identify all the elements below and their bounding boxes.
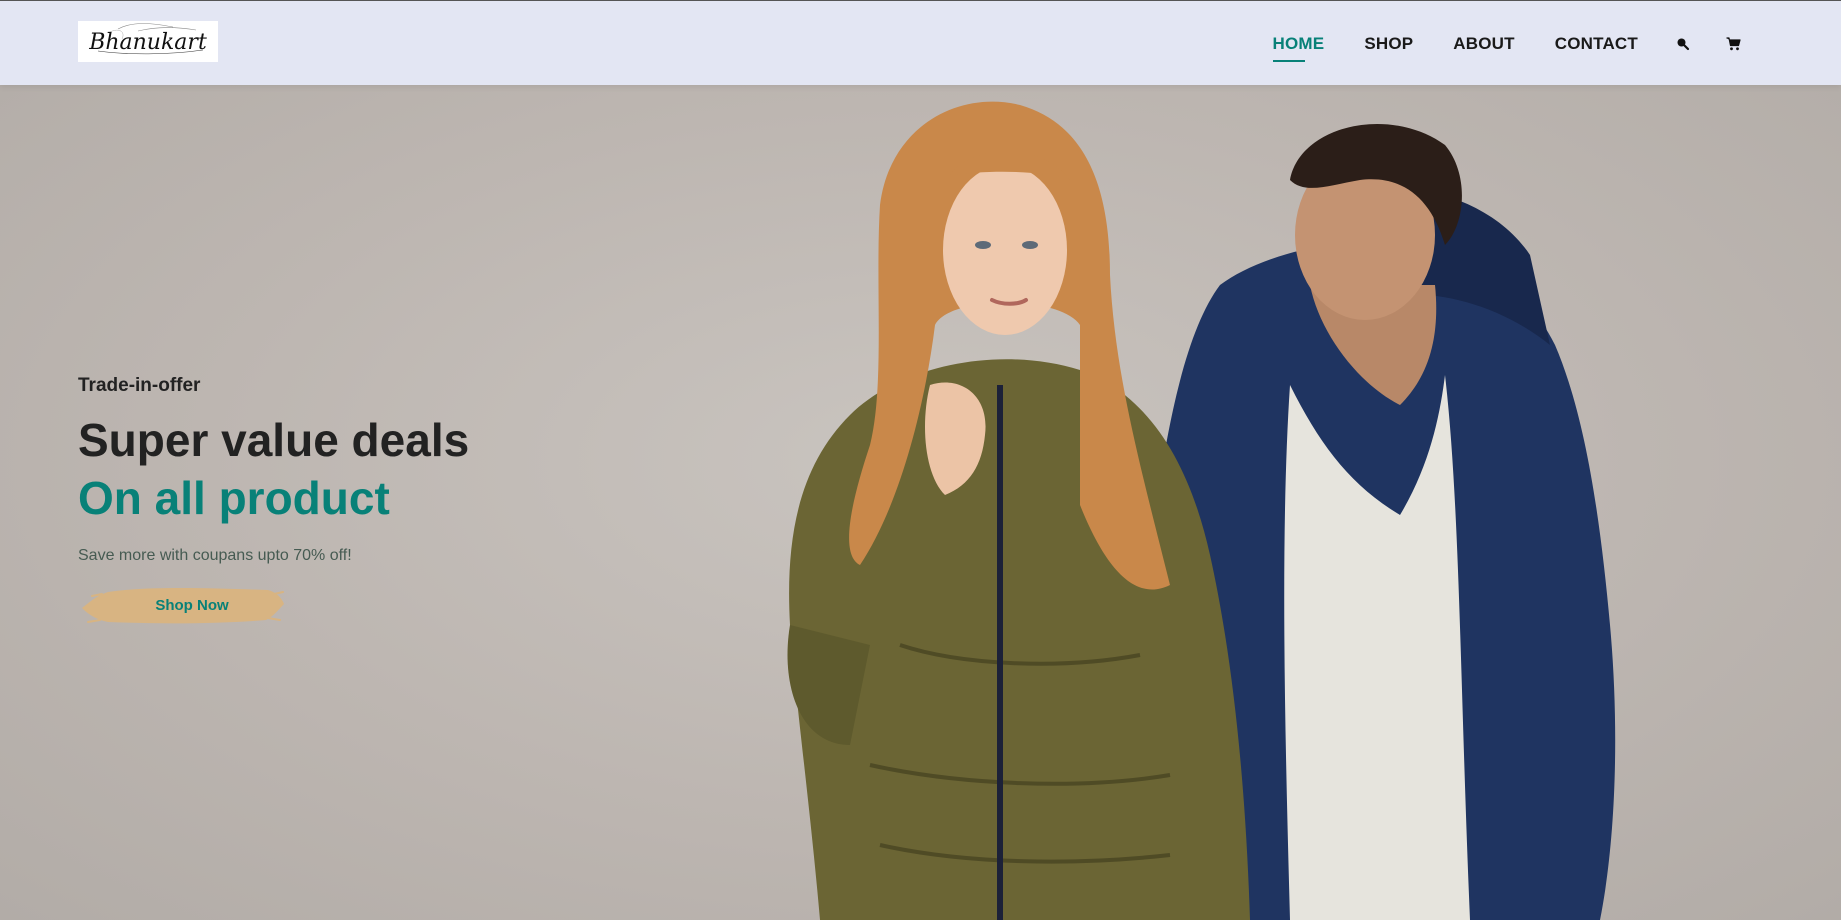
hero-section: Trade-in-offer Super value deals On all … <box>0 85 1841 920</box>
nav-contact[interactable]: CONTACT <box>1535 34 1658 54</box>
main-nav: HOME SHOP ABOUT CONTACT <box>1253 1 1760 86</box>
hero-text-block: Trade-in-offer Super value deals On all … <box>78 375 470 624</box>
nav-shop[interactable]: SHOP <box>1344 34 1433 54</box>
shop-now-label: Shop Now <box>155 596 229 614</box>
shop-now-button[interactable]: Shop Now <box>78 580 288 630</box>
site-logo[interactable]: Bhanukart <box>78 21 218 62</box>
logo-wordmark: Bhanukart <box>88 30 207 55</box>
offer-label: Trade-in-offer <box>78 375 201 396</box>
nav-about[interactable]: ABOUT <box>1433 34 1534 54</box>
cart-icon[interactable] <box>1708 36 1759 51</box>
hero-models-image <box>787 101 1616 920</box>
site-header: Bhanukart HOME SHOP ABOUT CONTACT <box>0 0 1841 85</box>
hero-title: Super value deals <box>78 414 470 466</box>
search-icon[interactable] <box>1658 37 1708 51</box>
hero-subtitle: Save more with coupans upto 70% off! <box>78 547 352 564</box>
nav-home[interactable]: HOME <box>1253 34 1345 62</box>
hero-title-accent: On all product <box>78 472 390 524</box>
